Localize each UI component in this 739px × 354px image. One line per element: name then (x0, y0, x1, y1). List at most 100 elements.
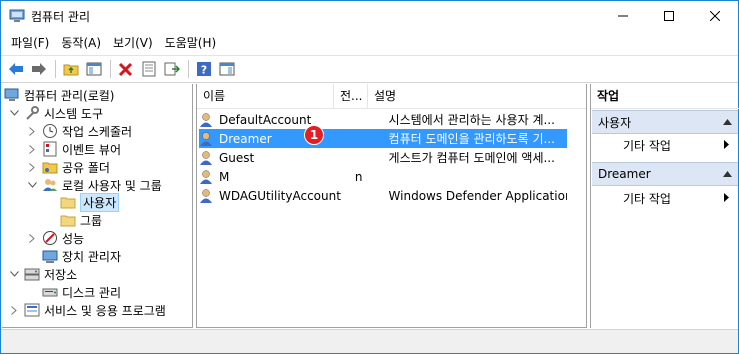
user-name: WDAGUtilityAccount (219, 188, 341, 203)
export-icon (164, 62, 180, 76)
list-item[interactable]: WDAGUtilityAccount Windows Defender Appl… (199, 186, 567, 205)
chevron-down-icon[interactable] (8, 104, 20, 122)
folder-up-icon (63, 64, 79, 76)
column-header-name[interactable]: 이름 (197, 84, 334, 109)
maximize-icon (664, 11, 674, 21)
action-section-label: 사용자 (598, 115, 632, 130)
tree-item-label: 저장소 (44, 267, 78, 282)
users-groups-icon (42, 177, 58, 193)
menu-help[interactable]: 도움말(H) (159, 33, 223, 53)
help-icon: ? (197, 62, 211, 77)
tree-item-label: 로컬 사용자 및 그룹 (62, 178, 162, 193)
folder-icon (60, 212, 76, 228)
toolbar-separator (55, 60, 56, 78)
show-hide-tree-button[interactable] (83, 58, 105, 80)
chevron-right-icon[interactable] (26, 158, 38, 176)
svg-text:?: ? (201, 64, 207, 77)
chevron-down-icon[interactable] (26, 176, 38, 194)
user-icon (200, 112, 212, 127)
collapse-up-icon[interactable] (723, 119, 732, 125)
computer-mgmt-icon (4, 87, 20, 103)
tree-item-performance[interactable]: 성능 (26, 229, 84, 247)
tree-item-shared-folders[interactable]: 공유 폴더 (26, 158, 110, 176)
device-manager-icon (42, 248, 58, 264)
action-section-dreamer[interactable]: Dreamer (592, 162, 738, 186)
toolbar: ? (1, 55, 738, 83)
action-pane-title: 작업 (591, 84, 739, 109)
user-list-view[interactable]: 이름 전... 설명 DefaultAccount 시스템에서 관리하는 사용자… (196, 84, 587, 328)
tree-item-computer-management[interactable]: 컴퓨터 관리(로컬) (4, 86, 114, 104)
menu-file[interactable]: 파일(F) (5, 33, 55, 53)
list-header: 이름 전... 설명 (197, 84, 586, 109)
action-more-actions[interactable]: 기타 작업 (591, 188, 737, 208)
list-item[interactable]: M n (199, 167, 567, 186)
console-tree[interactable]: 컴퓨터 관리(로컬) 시스템 도구 작업 스케줄러 이벤트 뷰어 공유 폴더 로… (2, 84, 193, 328)
tree-item-label: 이벤트 뷰어 (62, 142, 122, 157)
chevron-down-icon[interactable] (8, 265, 20, 283)
collapse-up-icon[interactable] (723, 171, 732, 177)
tree-item-label: 사용자 (80, 192, 120, 212)
user-icon (200, 131, 212, 146)
folder-icon (60, 194, 76, 210)
user-icon (200, 169, 212, 184)
user-name: Dreamer (219, 131, 272, 146)
tree-item-task-scheduler[interactable]: 작업 스케줄러 (26, 122, 132, 140)
action-more-actions[interactable]: 기타 작업 (591, 135, 737, 155)
toolbar-separator (188, 60, 189, 78)
chevron-right-icon[interactable] (26, 229, 38, 247)
help-button[interactable]: ? (193, 58, 215, 80)
tree-item-device-manager[interactable]: 장치 관리자 (42, 247, 121, 265)
tools-icon (24, 105, 40, 121)
status-bar (1, 329, 738, 353)
tree-item-users[interactable]: 사용자 (60, 192, 120, 212)
user-description: Windows Defender Application G... (388, 188, 567, 203)
delete-x-icon (118, 62, 133, 77)
tree-item-disk-management[interactable]: 디스크 관리 (42, 283, 121, 301)
title-bar[interactable]: 컴퓨터 관리 (1, 1, 738, 31)
minimize-button[interactable] (600, 1, 646, 31)
user-description: 시스템에서 관리하는 사용자 계... (388, 113, 555, 127)
properties-icon (142, 61, 156, 77)
forward-button[interactable] (28, 58, 50, 80)
computer-mgmt-icon (9, 9, 25, 22)
console-tree-icon (86, 62, 102, 76)
tree-item-label: 작업 스케줄러 (62, 124, 133, 139)
tree-item-event-viewer[interactable]: 이벤트 뷰어 (26, 140, 121, 158)
tree-item-label: 장치 관리자 (62, 249, 122, 264)
event-viewer-icon (42, 141, 58, 157)
tree-item-local-users-groups[interactable]: 로컬 사용자 및 그룹 (26, 176, 162, 194)
export-list-button[interactable] (161, 58, 183, 80)
menu-action[interactable]: 동작(A) (55, 33, 107, 53)
chevron-right-icon[interactable] (26, 122, 38, 140)
menu-view[interactable]: 보기(V) (107, 33, 159, 53)
user-name: Guest (219, 150, 255, 165)
column-header-full-name[interactable]: 전... (334, 84, 368, 109)
submenu-arrow-icon (724, 193, 729, 202)
properties-button[interactable] (138, 58, 160, 80)
chevron-right-icon[interactable] (8, 301, 20, 319)
user-description: 컴퓨터 도메인을 관리하도록 기... (388, 132, 555, 146)
list-item-selected[interactable]: Dreamer 컴퓨터 도메인을 관리하도록 기... (199, 129, 567, 148)
tree-item-system-tools[interactable]: 시스템 도구 (8, 104, 103, 122)
back-button[interactable] (5, 58, 27, 80)
tree-item-label: 시스템 도구 (44, 106, 104, 121)
user-name: M (219, 169, 230, 184)
up-level-button[interactable] (60, 58, 82, 80)
tree-item-services-applications[interactable]: 서비스 및 응용 프로그램 (8, 301, 166, 319)
forward-arrow-icon (32, 63, 46, 75)
list-item[interactable]: DefaultAccount 시스템에서 관리하는 사용자 계... (199, 110, 567, 129)
show-hide-action-pane-button[interactable] (216, 58, 238, 80)
toolbar-separator (110, 60, 111, 78)
tree-item-groups[interactable]: 그룹 (60, 211, 102, 229)
delete-button[interactable] (115, 58, 137, 80)
list-item[interactable]: Guest 게스트가 컴퓨터 도메인에 액세... (199, 148, 567, 167)
close-button[interactable] (692, 1, 738, 31)
action-section-users[interactable]: 사용자 (592, 110, 738, 134)
storage-icon (24, 266, 40, 282)
column-header-description[interactable]: 설명 (368, 84, 586, 109)
tree-item-storage[interactable]: 저장소 (8, 265, 77, 283)
maximize-button[interactable] (646, 1, 692, 31)
disk-icon (42, 284, 58, 300)
chevron-right-icon[interactable] (26, 140, 38, 158)
window-title: 컴퓨터 관리 (31, 10, 91, 24)
